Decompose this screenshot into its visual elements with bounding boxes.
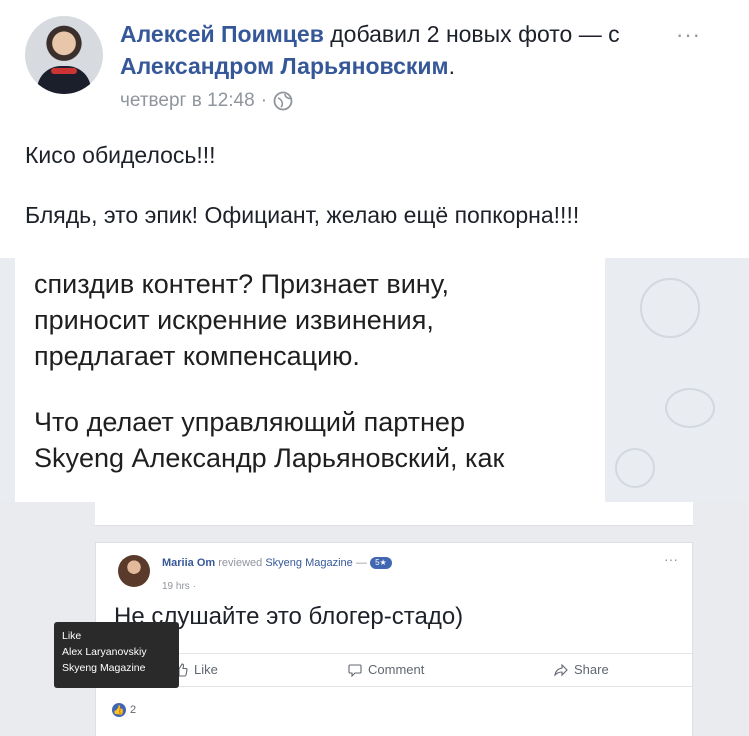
attached-photo-review[interactable]: Mariia Om reviewed Skyeng Magazine — 5★ …: [0, 502, 749, 736]
action-text: добавил 2 новых фото — с: [330, 21, 620, 47]
post-body: Кисо обиделось!!! Блядь, это эпик! Офици…: [25, 140, 735, 260]
like-label: Like: [194, 662, 218, 677]
likes-count: 2: [130, 704, 137, 716]
tooltip-line: Skyeng Magazine: [62, 662, 146, 674]
review-more-icon[interactable]: ···: [664, 551, 678, 567]
attached-photo-chat[interactable]: спиздив контент? Признает вину, приносит…: [0, 258, 749, 502]
likes-tooltip: Like Alex Laryanovskiy Skyeng Magazine: [54, 622, 179, 688]
page-name-link[interactable]: Skyeng Magazine: [265, 557, 352, 569]
review-action-bar: Like Comment Share: [96, 653, 692, 687]
post-header: Алексей Поимцев добавил 2 новых фото — с…: [0, 0, 749, 120]
meta-separator: ·: [260, 90, 268, 111]
chat-bubble: спиздив контент? Признает вину, приносит…: [15, 258, 605, 502]
comment-icon: [348, 663, 362, 677]
author-avatar[interactable]: [25, 16, 103, 94]
tooltip-title: Like: [62, 630, 82, 642]
headline-period: .: [448, 53, 455, 79]
chat-line: спиздив контент? Признает вину,: [34, 269, 450, 299]
like-button[interactable]: Like: [174, 662, 218, 677]
review-action: reviewed: [218, 557, 263, 569]
post-text-line: Кисо обиделось!!!: [25, 142, 216, 168]
share-button[interactable]: Share: [554, 662, 609, 677]
chat-line: предлагает компенсацию.: [34, 341, 360, 371]
reviewer-name-link[interactable]: Mariia Om: [162, 557, 215, 569]
comment-label: Comment: [368, 662, 425, 677]
globe-icon[interactable]: [273, 91, 293, 111]
like-reaction-icon: 👍: [112, 703, 126, 717]
author-name-link[interactable]: Алексей Поимцев: [120, 21, 324, 47]
chat-line: Skyeng Александр Ларьяновский, как: [34, 443, 505, 473]
tooltip-line: Alex Laryanovskiy: [62, 646, 147, 658]
more-icon[interactable]: ···: [676, 22, 701, 48]
review-dash: —: [355, 557, 367, 569]
review-time[interactable]: 19 hrs ·: [162, 581, 196, 592]
background-doodle: [640, 278, 700, 338]
share-label: Share: [574, 662, 609, 677]
avatar-stripe: [51, 68, 77, 74]
reviewer-avatar[interactable]: [118, 555, 150, 587]
post-timestamp[interactable]: четверг в 12:48: [120, 90, 255, 112]
chat-line: Что делает управляющий партнер: [34, 407, 465, 437]
previous-card-edge: [95, 502, 693, 526]
post-meta: четверг в 12:48 ·: [120, 90, 293, 112]
review-header: Mariia Om reviewed Skyeng Magazine — 5★: [162, 557, 392, 570]
tagged-person-link[interactable]: Александром Ларьяновским: [120, 53, 449, 79]
background-doodle: [615, 448, 655, 488]
reactions-summary[interactable]: 👍 2: [112, 703, 136, 717]
chat-line: приносит искренние извинения,: [34, 305, 434, 335]
comment-button[interactable]: Comment: [348, 662, 424, 677]
review-card: Mariia Om reviewed Skyeng Magazine — 5★ …: [95, 542, 693, 736]
share-icon: [554, 663, 568, 677]
post-text-line: Блядь, это эпик! Официант, желаю ещё поп…: [25, 202, 580, 228]
background-doodle: [665, 388, 715, 428]
post-headline: Алексей Поимцев добавил 2 новых фото — с…: [120, 18, 680, 82]
rating-badge: 5★: [369, 557, 392, 570]
